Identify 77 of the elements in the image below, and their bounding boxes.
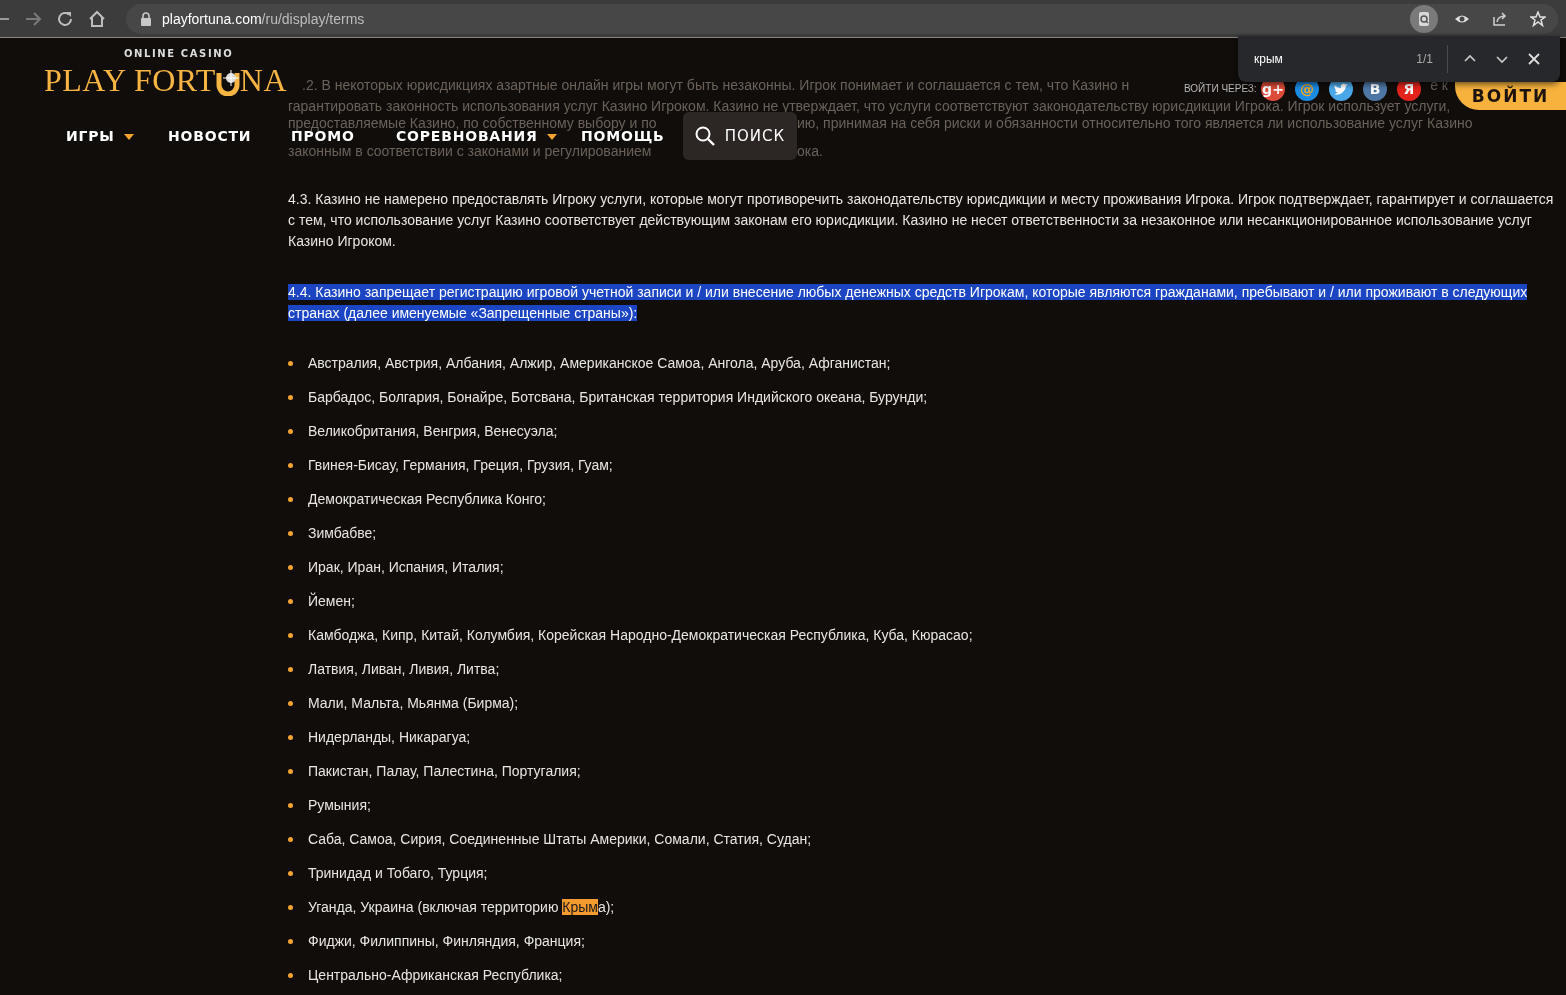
match-count: 1/1 bbox=[1416, 52, 1433, 66]
faded-text: е к bbox=[1430, 78, 1448, 92]
url-text: playfortuna.com/ru/display/terms bbox=[162, 10, 366, 27]
bird-icon bbox=[1333, 82, 1349, 96]
list-item-text: Ирак, Иран, Испания, Италия; bbox=[308, 558, 504, 577]
faded-text: ию, принимая на себя риски и обязанности относительно того является ли использование услуг Казино bbox=[797, 116, 1473, 130]
reload-icon[interactable] bbox=[56, 9, 74, 28]
list-item-text: Центрально-Африканская Республика; bbox=[308, 966, 563, 985]
list-item-text: Мали, Мальта, Мьянма (Бирма); bbox=[308, 694, 519, 713]
bullet-icon bbox=[288, 394, 293, 400]
search-icon bbox=[694, 126, 715, 146]
bullet-icon bbox=[288, 598, 293, 604]
bullet-icon bbox=[288, 734, 293, 740]
login-via-label: ВОЙТИ ЧЕРЕЗ: bbox=[1184, 83, 1257, 94]
logo-text[interactable]: NA bbox=[239, 64, 288, 96]
list-item-text: Демократическая Республика Конго; bbox=[308, 490, 546, 509]
bullet-icon bbox=[288, 564, 293, 570]
find-icon bbox=[1416, 10, 1432, 27]
terms-paragraph: 4.3. Казино не намерено предоставлять Игроку услуги, которые могут противоречить законодательству юрисдикции и месту проживания Игрока. Игрок подтверждает, гарантирует и соглашается с тем, что использование услуг Казино соответствует действующим законам его юрисдикции. Казино не несет ответственности за незаконное или несанкционированное использование услуг Казино Игроком. bbox=[288, 190, 1555, 251]
list-item-text: Саба, Самоа, Сирия, Соединенные Штаты Америки, Сомали, Статия, Судан; bbox=[308, 830, 812, 849]
bullet-icon bbox=[288, 904, 293, 910]
bullet-icon bbox=[288, 938, 293, 944]
nav-link[interactable]: НОВОСТИ bbox=[168, 130, 252, 143]
faded-text: гарантировать законность использования услуг Казино Игроком. Казино не утверждает, что услуги соответствуют законодательству юрисдикции Игрока. Игрок использует услуги, bbox=[288, 99, 1451, 113]
star-icon bbox=[1530, 10, 1546, 27]
logo-text[interactable]: PLAY FORT bbox=[44, 64, 216, 96]
bullet-icon bbox=[288, 870, 293, 876]
bullet-icon bbox=[288, 666, 293, 672]
bullet-icon bbox=[288, 836, 293, 842]
list-item-text: Фиджи, Филиппины, Финляндия, Франция; bbox=[308, 932, 585, 951]
list-item-text: Великобритания, Венгрия, Венесуэла; bbox=[308, 422, 558, 441]
home-icon[interactable] bbox=[88, 9, 106, 28]
list-item-text: Барбадос, Болгария, Бонайре, Ботсвана, Британская территория Индийского океана, Бурунди; bbox=[308, 388, 928, 407]
list-item-text: Камбоджа, Кипр, Китай, Колумбия, Корейская Народно-Демократическая Республика, Куба, Кюрасао; bbox=[308, 626, 973, 645]
faded-text: ока. bbox=[797, 144, 823, 158]
address-bar[interactable]: playfortuna.com/ru/display/terms bbox=[126, 3, 1558, 34]
nav-link[interactable]: ИГРЫ bbox=[66, 130, 134, 143]
login-button[interactable]: ВОЙТИ bbox=[1455, 82, 1566, 110]
terms-paragraph: 4.4. Казино запрещает регистрацию игровой учетной записи и / или внесение любых денежных средств Игрокам, которые являются гражданами, пребывают и / или проживают в следующих странах (далее именуемые «Запрещенные страны»): bbox=[288, 283, 1529, 323]
caret-icon bbox=[123, 133, 134, 140]
list-item-text: Гвинея-Бисау, Германия, Греция, Грузия, Гуам; bbox=[308, 456, 613, 475]
caret-icon bbox=[546, 133, 557, 140]
faded-text: законным в соответствии с законами и регулированием bbox=[288, 144, 652, 158]
bullet-icon bbox=[288, 462, 293, 468]
logo-tagline: ONLINE CASINO bbox=[124, 48, 234, 59]
list-item-text: Уганда, Украина (включая территорию Крыма); bbox=[308, 898, 615, 917]
faded-text: .2. В некоторых юрисдикциях азартные онлайн игры могут быть незаконны. Игрок понимает и соглашается с тем, что Казино н bbox=[301, 78, 1130, 92]
bullet-icon bbox=[288, 768, 293, 774]
chevron-down-icon bbox=[1496, 53, 1508, 65]
bullet-icon bbox=[288, 632, 293, 638]
forward-arrow-icon[interactable] bbox=[24, 9, 42, 28]
list-item-text: Пакистан, Палау, Палестина, Португалия; bbox=[308, 762, 581, 781]
close-icon bbox=[1528, 53, 1540, 65]
faded-text: предоставляемые Казино, по собственному выбору и по bbox=[288, 116, 658, 130]
bullet-icon bbox=[288, 530, 293, 536]
bullet-icon bbox=[288, 972, 293, 978]
bullet-icon bbox=[288, 360, 293, 366]
list-item-text: Йемен; bbox=[308, 591, 355, 611]
find-input[interactable]: крым bbox=[1252, 50, 1411, 68]
list-item-text: Зимбабве; bbox=[308, 524, 377, 543]
list-item-text: Румыния; bbox=[308, 796, 371, 815]
list-item-text: Тринидад и Тобаго, Турция; bbox=[308, 864, 488, 883]
search-button[interactable]: ПОИСК bbox=[683, 112, 797, 160]
list-item-text: Латвия, Ливан, Ливия, Литва; bbox=[308, 660, 500, 679]
horseshoe-icon bbox=[215, 69, 240, 96]
bullet-icon bbox=[288, 700, 293, 706]
nav-link[interactable]: СОРЕВНОВАНИЯ bbox=[396, 130, 557, 143]
find-button[interactable] bbox=[1410, 4, 1438, 33]
lock-icon bbox=[140, 11, 152, 26]
nav-link[interactable]: ПРОМО bbox=[291, 130, 355, 143]
bullet-icon bbox=[288, 802, 293, 808]
nav-link[interactable]: ПОМОЩЬ bbox=[581, 130, 665, 143]
bullet-icon bbox=[288, 428, 293, 434]
list-item-text: Австралия, Австрия, Албания, Алжир, Американское Самоа, Ангола, Аруба, Афганистан; bbox=[308, 354, 891, 373]
share-icon bbox=[1492, 10, 1508, 27]
bullet-icon bbox=[288, 496, 293, 502]
list-item-text: Нидерланды, Никарагуа; bbox=[308, 728, 471, 747]
